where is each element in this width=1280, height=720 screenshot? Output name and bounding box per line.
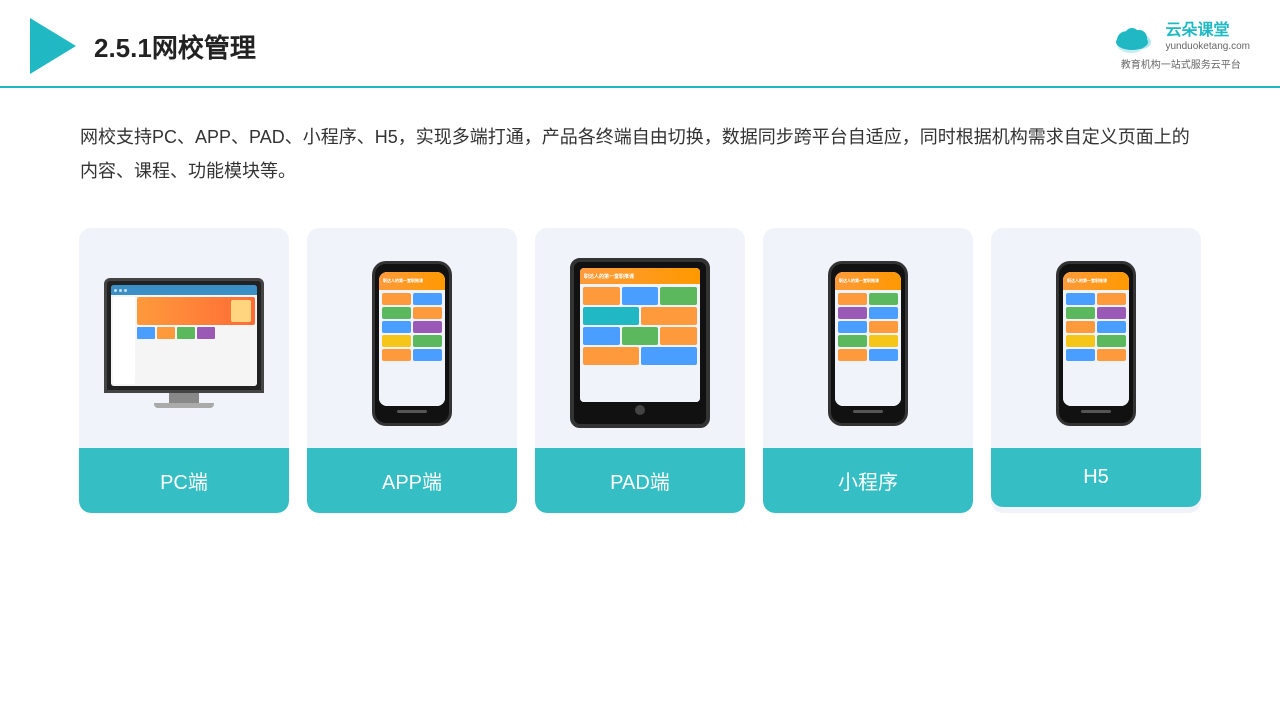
tablet-mockup: 职达人的第一堂职推课 xyxy=(570,258,710,428)
card-h5-image: 职达人的第一堂职推课 xyxy=(991,228,1201,448)
card-app: 职达人的第一堂职推课 xyxy=(307,228,517,513)
logo-triangle-icon xyxy=(30,18,76,74)
card-app-image: 职达人的第一堂职推课 xyxy=(307,228,517,448)
card-pc-label: PC端 xyxy=(79,448,289,513)
card-miniprogram-image: 职达人的第一堂职推课 xyxy=(763,228,973,448)
card-h5-label: H5 xyxy=(991,448,1201,507)
card-miniprogram: 职达人的第一堂职推课 xyxy=(763,228,973,513)
card-app-label: APP端 xyxy=(307,448,517,513)
cards-section: PC端 职达人的第一堂职推课 xyxy=(0,208,1280,513)
card-h5: 职达人的第一堂职推课 xyxy=(991,228,1201,513)
header-right: 云朵课堂 yunduoketang.com 教育机构一站式服务云平台 xyxy=(1111,22,1250,71)
phone-mockup-mini: 职达人的第一堂职推课 xyxy=(828,261,908,426)
brand-name: 云朵课堂 yunduoketang.com xyxy=(1165,23,1250,52)
card-pad: 职达人的第一堂职推课 xyxy=(535,228,745,513)
header: 2.5.1网校管理 云朵课堂 yunduoketang.com 教育机构一站式服… xyxy=(0,0,1280,88)
card-pc-image xyxy=(79,228,289,448)
card-pad-label: PAD端 xyxy=(535,448,745,513)
phone-mockup-app: 职达人的第一堂职推课 xyxy=(372,261,452,426)
brand-text: 云朵课堂 xyxy=(1165,23,1250,39)
page-title: 2.5.1网校管理 xyxy=(94,28,256,65)
brand-tagline: 教育机构一站式服务云平台 xyxy=(1121,56,1241,71)
pc-mockup xyxy=(99,278,269,408)
brand-url: yunduoketang.com xyxy=(1165,41,1250,52)
phone-mockup-h5: 职达人的第一堂职推课 xyxy=(1056,261,1136,426)
brand-logo: 云朵课堂 yunduoketang.com xyxy=(1111,22,1250,54)
cloud-icon xyxy=(1111,22,1159,54)
card-pad-image: 职达人的第一堂职推课 xyxy=(535,228,745,448)
description-text: 网校支持PC、APP、PAD、小程序、H5，实现多端打通，产品各终端自由切换，数… xyxy=(0,88,1280,208)
card-pc: PC端 xyxy=(79,228,289,513)
card-miniprogram-label: 小程序 xyxy=(763,448,973,513)
header-left: 2.5.1网校管理 xyxy=(30,18,256,74)
